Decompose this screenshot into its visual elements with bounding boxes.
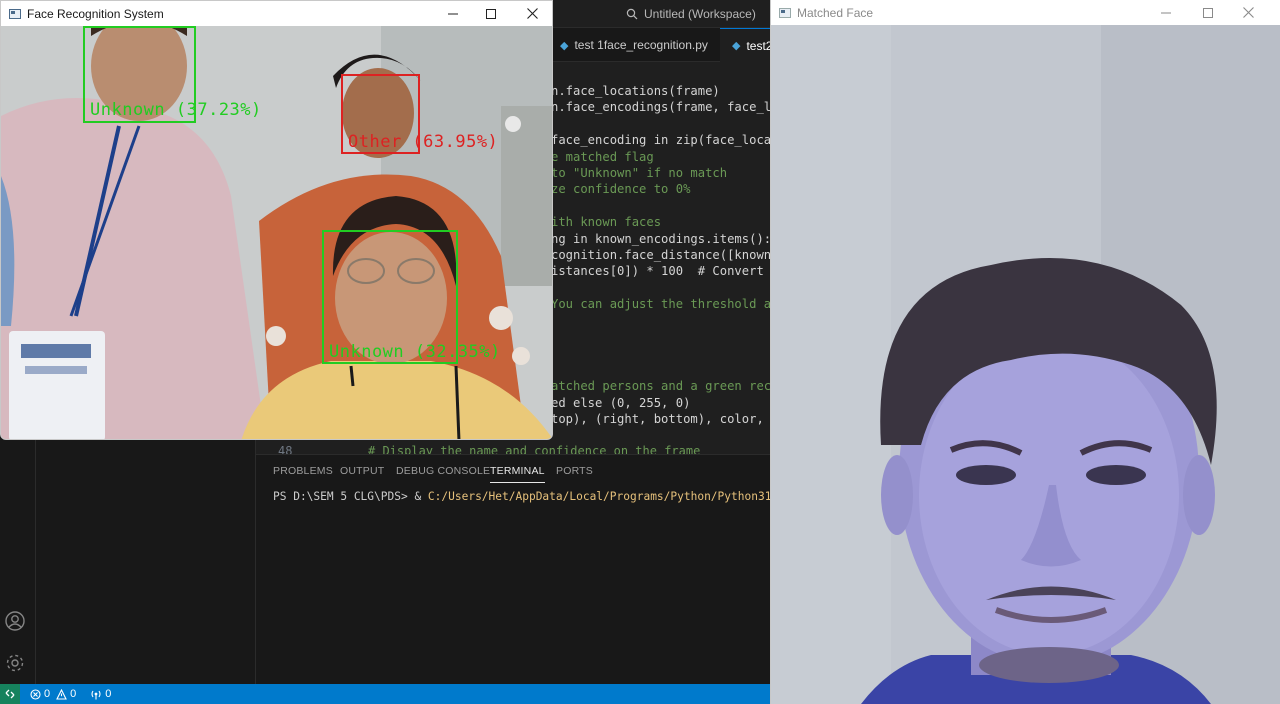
code-line: top), (right, bottom), color, 2) bbox=[551, 412, 786, 426]
terminal-command-path: C:/Users/Het/AppData/Local/Programs/Pyth… bbox=[427, 490, 812, 503]
ports-status[interactable]: 0 bbox=[90, 688, 111, 700]
minimize-button[interactable] bbox=[432, 1, 474, 26]
code-line: You can adjust the threshold as n bbox=[551, 297, 794, 312]
maximize-button[interactable] bbox=[470, 1, 512, 26]
code-line: face_encoding in zip(face_locatio bbox=[551, 133, 794, 148]
tab-output[interactable]: OUTPUT bbox=[340, 465, 384, 477]
ports-count: 0 bbox=[105, 688, 112, 700]
settings-gear-icon[interactable] bbox=[4, 652, 26, 674]
tab-ports[interactable]: PORTS bbox=[556, 465, 593, 477]
code-line: n.face_encodings(frame, face_loca bbox=[551, 100, 794, 115]
remote-indicator[interactable] bbox=[0, 684, 20, 704]
window-title: Matched Face bbox=[797, 5, 874, 20]
face-recognition-window[interactable]: Face Recognition System Unknown (37.23%)… bbox=[0, 0, 553, 440]
app-window-icon bbox=[779, 7, 791, 18]
python-file-icon: ◆ bbox=[732, 40, 741, 52]
code-line: e matched flag bbox=[551, 149, 654, 164]
terminal-prompt: PS D:\SEM 5 CLG\PDS> & bbox=[273, 490, 428, 503]
tab-debug-console[interactable]: DEBUG CONSOLE bbox=[396, 465, 490, 477]
close-button[interactable] bbox=[511, 1, 552, 26]
maximize-icon bbox=[1203, 7, 1213, 18]
minimize-icon bbox=[1161, 12, 1171, 13]
matched-face-window[interactable]: Matched Face bbox=[770, 0, 1280, 704]
code-line: ng in known_encodings.items(): bbox=[551, 231, 772, 246]
tab-face-recognition[interactable]: ◆ test 1face_recognition.py bbox=[548, 28, 720, 62]
tab-label: test2 bbox=[746, 38, 773, 53]
maximize-icon bbox=[486, 8, 496, 19]
problems-status[interactable]: 0 0 bbox=[30, 688, 76, 700]
maximize-button[interactable] bbox=[1187, 0, 1229, 25]
tab-terminal[interactable]: TERMINAL bbox=[490, 465, 545, 483]
code-line: cognition.face_distance([known_en bbox=[551, 248, 794, 262]
error-count: 0 bbox=[44, 688, 51, 700]
code-line: istances[0]) * 100 # Convert dis bbox=[551, 264, 794, 279]
close-icon bbox=[1242, 7, 1254, 18]
code-line: atched persons and a green rectan bbox=[551, 379, 794, 394]
remote-icon bbox=[5, 689, 15, 699]
code-line: n.face_locations(frame) bbox=[551, 84, 720, 98]
minimize-icon bbox=[448, 13, 458, 14]
window-title: Face Recognition System bbox=[27, 6, 164, 21]
code-line: ith known faces bbox=[551, 215, 662, 230]
terminal-output[interactable]: PS D:\SEM 5 CLG\PDS> & C:/Users/Het/AppD… bbox=[273, 490, 812, 503]
warning-icon bbox=[56, 688, 68, 700]
app-window-icon bbox=[9, 8, 21, 19]
code-line: to "Unknown" if no match bbox=[551, 166, 728, 180]
face-label-1: Unknown (37.23%) bbox=[90, 100, 262, 120]
search-icon bbox=[626, 8, 638, 20]
face-label-2: Other (63.95%) bbox=[348, 132, 499, 152]
workspace-title: Untitled (Workspace) bbox=[644, 7, 756, 21]
tab-problems[interactable]: PROBLEMS bbox=[273, 465, 333, 477]
broadcast-icon bbox=[91, 690, 101, 699]
matched-face-image bbox=[771, 25, 1280, 704]
face-label-3: Unknown (32.35%) bbox=[329, 342, 501, 362]
error-icon bbox=[30, 688, 41, 700]
close-icon bbox=[526, 8, 538, 19]
window-titlebar[interactable]: Face Recognition System bbox=[1, 1, 552, 26]
code-line: ed else (0, 255, 0) bbox=[551, 395, 691, 410]
matched-face-photo bbox=[771, 25, 1280, 704]
close-button[interactable] bbox=[1227, 0, 1269, 25]
account-icon[interactable] bbox=[4, 610, 26, 632]
window-titlebar[interactable]: Matched Face bbox=[771, 0, 1280, 25]
minimize-button[interactable] bbox=[1145, 0, 1187, 25]
warning-count: 0 bbox=[70, 688, 77, 700]
tab-label: test 1face_recognition.py bbox=[574, 38, 708, 52]
python-file-icon: ◆ bbox=[560, 39, 569, 52]
command-center-search[interactable]: Untitled (Workspace) bbox=[616, 3, 770, 25]
camera-feed: Unknown (37.23%) Other (63.95%) Unknown … bbox=[1, 26, 552, 439]
code-line: ze confidence to 0% bbox=[551, 182, 691, 197]
